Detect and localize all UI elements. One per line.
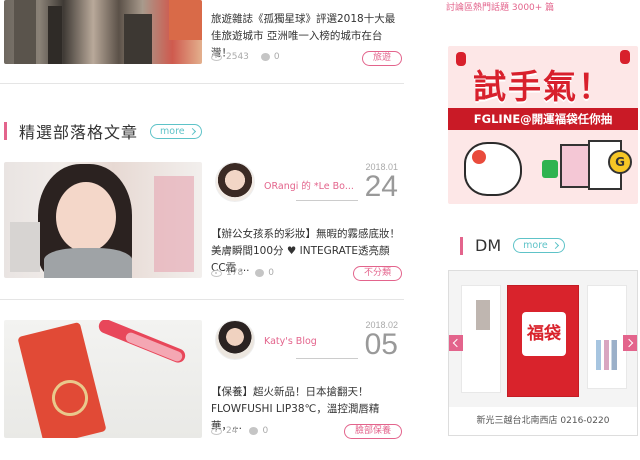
- carousel-next-icon[interactable]: [623, 335, 637, 351]
- main-column: 旅遊雜誌《孤獨星球》評選2018十大最佳旅遊城市 亞洲唯一入榜的城市在台灣！ 2…: [0, 0, 404, 460]
- category-tag[interactable]: 臉部保養: [343, 424, 402, 439]
- article-stats: 2543 0: [211, 52, 292, 62]
- post-date-day: 05: [364, 328, 398, 361]
- dm-page-right: [587, 285, 627, 389]
- more-button[interactable]: more: [150, 123, 202, 139]
- section-accent-bar: [4, 122, 7, 140]
- banner-subtitle: FGLINE@開運福袋任你抽: [448, 108, 638, 130]
- views-count: 24: [226, 426, 238, 436]
- views-count: 2543: [226, 52, 249, 62]
- comment-icon: [260, 53, 270, 61]
- views-icon: [211, 427, 222, 435]
- dm-page-left: [461, 285, 501, 393]
- sidebar-top-link[interactable]: 討論區熱門話題 3000+ 篇: [446, 0, 554, 13]
- dm-section-header: DM more: [460, 236, 565, 255]
- comments-count: 0: [273, 52, 280, 62]
- section-title: 精選部落格文章: [19, 123, 139, 142]
- dog-illustration-icon: [464, 142, 522, 196]
- promo-banner[interactable]: 試手氣！ FGLINE@開運福袋任你抽 G: [448, 46, 638, 204]
- author-name[interactable]: ORangi 的 *Le Bo...: [264, 178, 354, 192]
- date-divider: [296, 200, 358, 201]
- author-avatar[interactable]: [215, 162, 255, 202]
- dm-more-button[interactable]: more: [513, 238, 565, 253]
- more-label: more: [160, 125, 185, 137]
- comment-icon: [249, 427, 259, 435]
- comments-count: 0: [262, 426, 269, 436]
- views-count: 178: [226, 268, 244, 278]
- views-icon: [211, 269, 222, 277]
- dm-carousel[interactable]: 福袋 新光三越台北南西店 0216-0220: [448, 270, 638, 436]
- article-thumbnail[interactable]: [4, 0, 202, 64]
- blog-post-card[interactable]: Katy's Blog 2018.02 05 【保養】超火新品！日本搶翻天！FL…: [0, 318, 404, 460]
- date-divider: [296, 358, 358, 359]
- line-cup-icon: [542, 160, 558, 178]
- comments-count: 0: [268, 268, 274, 278]
- dm-center-text: 福袋: [522, 312, 566, 356]
- comment-icon: [255, 269, 265, 277]
- blog-post-card[interactable]: ORangi 的 *Le Bo... 2018.01 24 【辦公女孩系的彩妝】…: [0, 160, 404, 300]
- views-icon: [211, 53, 222, 61]
- category-tag[interactable]: 不分類: [352, 266, 402, 281]
- dm-page-center: 福袋: [507, 285, 579, 397]
- section-accent-bar: [460, 236, 463, 255]
- category-tag[interactable]: 旅遊: [361, 51, 402, 66]
- banner-title: 試手氣！: [473, 67, 613, 106]
- chevron-right-icon: [188, 127, 196, 135]
- sidebar: 討論區熱門話題 3000+ 篇 試手氣！ FGLINE@開運福袋任你抽 G DM…: [446, 0, 640, 460]
- carousel-prev-icon[interactable]: [449, 335, 463, 351]
- dm-preview-image[interactable]: 福袋: [449, 271, 637, 407]
- chevron-right-icon: [551, 241, 559, 250]
- post-stats: 178 0: [211, 268, 286, 278]
- coin-icon: G: [608, 150, 632, 174]
- dm-title: DM: [475, 236, 502, 255]
- section-header: 精選部落格文章 more: [4, 120, 202, 142]
- author-name[interactable]: Katy's Blog: [264, 336, 317, 347]
- dm-caption[interactable]: 新光三越台北南西店 0216-0220: [449, 413, 637, 426]
- post-date-day: 24: [364, 170, 398, 203]
- post-thumbnail[interactable]: [4, 320, 202, 438]
- author-avatar[interactable]: [215, 320, 255, 360]
- more-label: more: [523, 240, 548, 251]
- post-stats: 24 0: [211, 426, 280, 436]
- article-card-top[interactable]: 旅遊雜誌《孤獨星球》評選2018十大最佳旅遊城市 亞洲唯一入榜的城市在台灣！ 2…: [0, 0, 404, 84]
- post-thumbnail[interactable]: [4, 162, 202, 278]
